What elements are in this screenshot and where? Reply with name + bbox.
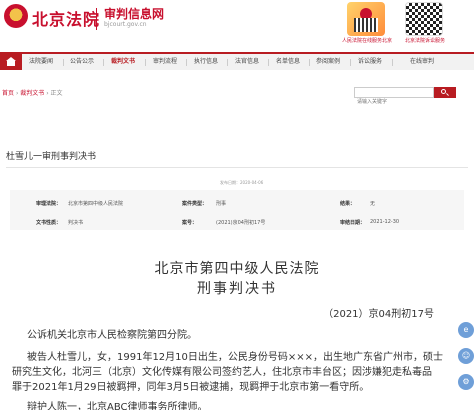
- publish-date: 发布日期：2020-04-06: [220, 180, 263, 186]
- site-subtitle: 审判信息网: [104, 7, 165, 21]
- nav-item-announcements[interactable]: 公告公示: [70, 56, 94, 65]
- court-label: 审理法院：: [36, 201, 62, 207]
- closing-date-label: 审结日期：: [340, 220, 366, 226]
- site-url: bjcourt.gov.cn: [104, 21, 147, 28]
- search-button[interactable]: [434, 87, 456, 98]
- accessibility-e-button[interactable]: e: [458, 322, 474, 338]
- breadcrumb-separator: ›: [46, 90, 49, 97]
- qr-label: 北京法院诉讼服务: [404, 38, 445, 44]
- document-kind-heading: 刑事判决书: [197, 281, 277, 297]
- closing-date-value: 2021-12-30: [370, 219, 400, 225]
- breadcrumb: 首页 › 裁判文书 › 正文: [2, 88, 63, 97]
- qr-code-icon: [347, 2, 385, 36]
- header-divider: [96, 8, 97, 30]
- settings-button[interactable]: ⚙: [458, 374, 474, 390]
- nav-divider: [350, 59, 351, 66]
- main-nav: 法院要闻 公告公示 裁判文书 审判流程 执行信息 法官信息 名单信息 参阅案例 …: [0, 52, 474, 70]
- case-type-label: 案件类型：: [182, 201, 208, 207]
- nav-item-reference-cases[interactable]: 参阅案例: [316, 56, 340, 65]
- site-header: 北京法院 审判信息网 bjcourt.gov.cn 人民法院在线服务北京 北京法…: [0, 0, 474, 46]
- judgment-paragraph: 研究生文化，北河三（北京）文化传媒有限公司签约艺人，住北京市丰台区；因涉嫌犯走私…: [12, 367, 432, 378]
- nav-item-trial-process[interactable]: 审判流程: [153, 56, 177, 65]
- nav-divider: [145, 59, 146, 66]
- search-box: [354, 87, 434, 107]
- title-divider: [6, 167, 468, 168]
- judgment-paragraph: 被告人杜雪儿，女，1991年12月10日出生，公民身份号码×××，出生地广东省广…: [27, 352, 444, 363]
- nav-item-judges[interactable]: 法官信息: [235, 56, 259, 65]
- result-value: 无: [370, 201, 376, 207]
- nav-item-court-news[interactable]: 法院要闻: [29, 56, 53, 65]
- judgment-paragraph: 辩护人陈一，北京ABC律师事务所律师。: [27, 402, 208, 410]
- home-button[interactable]: [0, 54, 22, 70]
- site-title[interactable]: 北京法院: [32, 6, 100, 30]
- judgment-paragraph: 公诉机关北京市人民检察院第四分院。: [27, 330, 197, 341]
- breadcrumb-bar: 首页 › 裁判文书 › 正文: [0, 86, 474, 107]
- nav-divider: [392, 59, 393, 66]
- nav-divider: [227, 59, 228, 66]
- result-label: 结果：: [340, 201, 356, 207]
- qr-code-litigation-service[interactable]: 北京法院诉讼服务: [396, 0, 454, 46]
- case-no-value: (2021)京04刑初17号: [216, 220, 266, 226]
- case-info-table: 审理法院： 北京市第四中级人民法院 案件类型： 刑事 结果： 无 文书性质： 判…: [10, 190, 464, 230]
- gear-icon: ⚙: [462, 377, 470, 386]
- case-no-label: 案号：: [182, 220, 198, 226]
- nav-item-online-trial[interactable]: 在线审判: [410, 56, 434, 65]
- breadcrumb-home[interactable]: 首页: [2, 90, 14, 97]
- qr-code-online-service[interactable]: 人民法院在线服务北京: [338, 0, 396, 46]
- breadcrumb-current: 正文: [50, 90, 63, 97]
- doc-type-value: 判决书: [68, 220, 84, 226]
- search-input[interactable]: [355, 97, 433, 107]
- case-type-value: 刑事: [216, 201, 227, 207]
- breadcrumb-section[interactable]: 裁判文书: [20, 90, 44, 97]
- qr-label: 人民法院在线服务北京: [341, 38, 392, 44]
- judgment-paragraph: 罪于2021年1月29日被羁押，同年3月5日被逮捕，现羁押于北京市第一看守所。: [12, 382, 370, 393]
- nav-divider: [186, 59, 187, 66]
- nav-item-litigation-service[interactable]: 诉讼服务: [358, 56, 382, 65]
- nav-divider: [268, 59, 269, 66]
- nav-item-lists[interactable]: 名单信息: [276, 56, 300, 65]
- customer-service-button[interactable]: ☺: [458, 348, 474, 364]
- document-title: 杜雪儿一审刑事判决书: [6, 152, 97, 162]
- breadcrumb-separator: ›: [15, 90, 19, 97]
- nav-divider: [309, 59, 310, 66]
- publish-date-value: 2020-04-06: [240, 180, 264, 185]
- case-number: （2021）京04刑初17号: [323, 309, 434, 320]
- e-icon: e: [463, 325, 469, 334]
- nav-item-enforcement[interactable]: 执行信息: [194, 56, 218, 65]
- court-emblem-icon[interactable]: [4, 4, 28, 28]
- nav-item-judgments[interactable]: 裁判文书: [111, 56, 135, 65]
- nav-divider: [63, 59, 64, 66]
- court-value: 北京市第四中级人民法院: [68, 201, 124, 207]
- qr-code-icon: [405, 2, 443, 36]
- doc-type-label: 文书性质：: [36, 220, 62, 226]
- court-name-heading: 北京市第四中级人民法院: [154, 261, 320, 277]
- publish-date-label: 发布日期：: [220, 180, 240, 185]
- person-icon: ☺: [461, 351, 471, 360]
- nav-divider: [103, 59, 104, 66]
